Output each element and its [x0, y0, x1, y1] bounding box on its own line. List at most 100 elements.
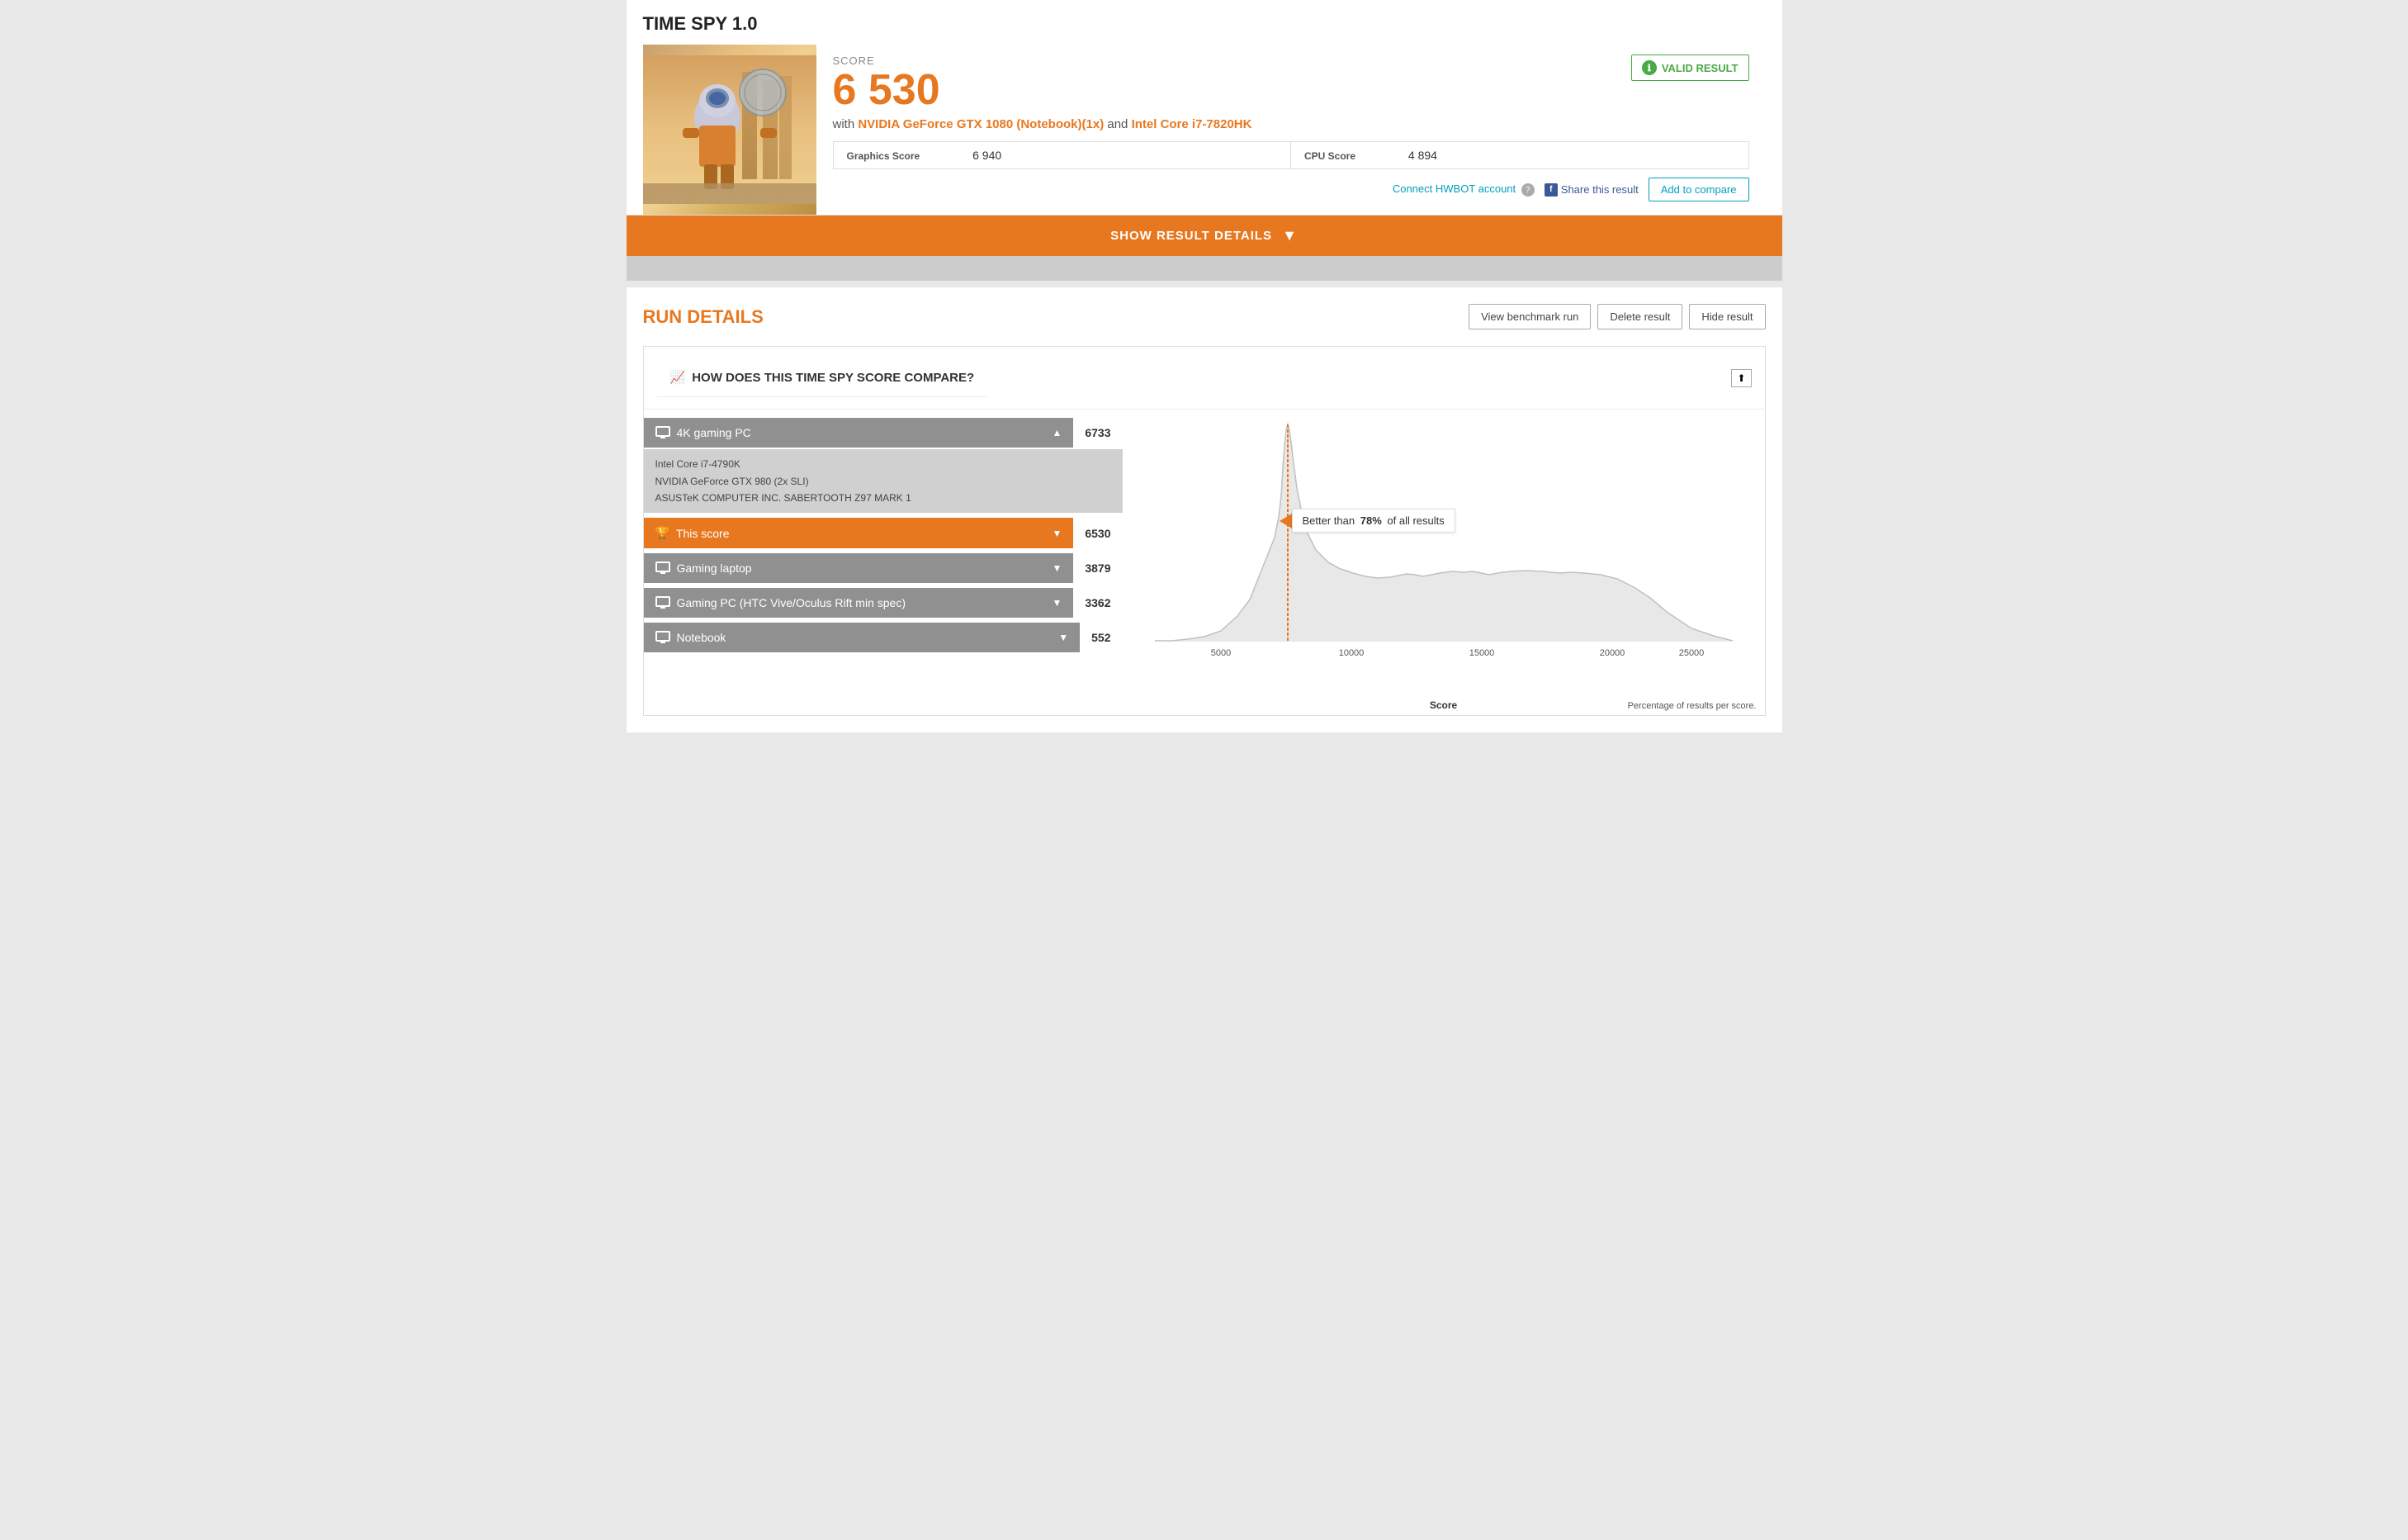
better-than-suffix: of all results — [1387, 514, 1444, 527]
share-result-button[interactable]: f Share this result — [1545, 183, 1639, 197]
delete-result-button[interactable]: Delete result — [1597, 304, 1682, 329]
score-label: SCORE — [833, 54, 1252, 67]
cpu-metric: CPU Score 4 894 — [1291, 142, 1748, 168]
score-card: SCORE 6 530 with NVIDIA GeForce GTX 1080… — [643, 45, 1766, 215]
bar-label-laptop: Gaming laptop ▼ — [644, 553, 1074, 583]
header-section: TIME SPY 1.0 — [627, 0, 1782, 216]
bar-htcvive-label-content: Gaming PC (HTC Vive/Oculus Rift min spec… — [655, 596, 906, 609]
run-details-actions: View benchmark run Delete result Hide re… — [1469, 304, 1765, 329]
bar-this-text: This score — [676, 527, 730, 540]
bar-row-this-score: 🏆 This score ▼ 6530 — [644, 518, 1123, 548]
bar-notebook-score: 552 — [1080, 623, 1122, 652]
show-details-bar[interactable]: SHOW RESULT DETAILS ▼ — [627, 216, 1782, 256]
chevron-laptop-icon: ▼ — [1052, 562, 1062, 574]
question-mark-icon[interactable]: ? — [1521, 183, 1535, 197]
bar-4k-label-bg: 4K gaming PC ▲ — [644, 418, 1074, 448]
better-than-prefix: Better than — [1303, 514, 1355, 527]
bar-htcvive-label-bg: Gaming PC (HTC Vive/Oculus Rift min spec… — [644, 588, 1074, 618]
connect-hwbot-text: Connect HWBOT account — [1393, 182, 1516, 195]
chevron-down-icon: ▼ — [1282, 227, 1298, 244]
bar-4k-label-content: 4K gaming PC — [655, 426, 751, 439]
sub-info-4k-line2: NVIDIA GeForce GTX 980 (2x SLI) — [655, 473, 1111, 490]
compare-title: 📈 HOW DOES THIS TIME SPY SCORE COMPARE? — [657, 358, 988, 397]
chart-icon: 📈 — [670, 370, 686, 385]
score-metrics: Graphics Score 6 940 CPU Score 4 894 — [833, 141, 1749, 169]
svg-text:25000: 25000 — [1678, 648, 1704, 658]
score-actions: Connect HWBOT account ? f Share this res… — [833, 169, 1749, 205]
arrow-left-icon — [1280, 514, 1292, 528]
trophy-icon: 🏆 — [655, 526, 669, 540]
graphics-metric: Graphics Score 6 940 — [834, 142, 1292, 168]
monitor-icon-4k — [655, 426, 670, 439]
page-title: TIME SPY 1.0 — [643, 13, 1766, 45]
chevron-notebook-icon: ▼ — [1058, 632, 1068, 643]
svg-text:20000: 20000 — [1599, 648, 1625, 658]
compare-row-4k: 4K gaming PC ▲ 6733 Intel Core i7-4790K … — [644, 418, 1123, 513]
game-image — [643, 45, 816, 215]
game-artwork — [643, 55, 816, 204]
graphics-val: 6 940 — [972, 149, 1001, 162]
bar-label-notebook: Notebook ▼ — [644, 623, 1081, 652]
bar-notebook-label-content: Notebook — [655, 631, 726, 644]
bar-laptop-label-content: Gaming laptop — [655, 562, 752, 575]
bar-row-notebook: Notebook ▼ 552 — [644, 623, 1123, 652]
gpu-name: NVIDIA GeForce GTX 1080 (Notebook)(1x) — [858, 117, 1104, 131]
score-top-row: SCORE 6 530 with NVIDIA GeForce GTX 1080… — [833, 54, 1749, 131]
bar-label-4k: 4K gaming PC ▲ — [644, 418, 1074, 448]
expand-button[interactable]: ⬆ — [1731, 369, 1751, 387]
dist-chart-svg: 5000 10000 15000 20000 25000 — [1131, 418, 1757, 666]
bar-rows: 4K gaming PC ▲ 6733 Intel Core i7-4790K … — [644, 418, 1123, 715]
bar-row-4k: 4K gaming PC ▲ 6733 — [644, 418, 1123, 448]
sub-info-4k-line3: ASUSTeK COMPUTER INC. SABERTOOTH Z97 MAR… — [655, 490, 1111, 506]
chart-area: 4K gaming PC ▲ 6733 Intel Core i7-4790K … — [644, 410, 1765, 715]
better-than-text: Better than 78% of all results — [1292, 509, 1455, 533]
cpu-label: CPU Score — [1304, 150, 1355, 162]
chevron-this-icon: ▼ — [1052, 528, 1062, 539]
bar-label-htcvive: Gaming PC (HTC Vive/Oculus Rift min spec… — [644, 588, 1074, 618]
bar-label-this: 🏆 This score ▼ — [644, 518, 1074, 548]
bar-htcvive-score: 3362 — [1073, 588, 1122, 618]
chart-pct-label: Percentage of results per score. — [1628, 701, 1757, 711]
monitor-icon-laptop — [655, 562, 670, 575]
bar-laptop-text: Gaming laptop — [677, 562, 752, 575]
bar-notebook-label-bg: Notebook ▼ — [644, 623, 1081, 652]
better-than-pct: 78% — [1360, 514, 1382, 527]
cpu-val: 4 894 — [1408, 149, 1437, 162]
sub-info-4k-line1: Intel Core i7-4790K — [655, 456, 1111, 472]
svg-text:15000: 15000 — [1469, 648, 1494, 658]
valid-result-badge: ℹ VALID RESULT — [1631, 54, 1749, 81]
score-main-content: SCORE 6 530 with NVIDIA GeForce GTX 1080… — [816, 45, 1766, 215]
svg-text:10000: 10000 — [1338, 648, 1364, 658]
cpu-name: Intel Core i7-7820HK — [1132, 117, 1252, 131]
bar-row-htcvive: Gaming PC (HTC Vive/Oculus Rift min spec… — [644, 588, 1123, 618]
score-with: with NVIDIA GeForce GTX 1080 (Notebook)(… — [833, 117, 1252, 131]
graphics-label: Graphics Score — [847, 150, 920, 162]
valid-result-text: VALID RESULT — [1662, 62, 1739, 74]
bar-htcvive-text: Gaming PC (HTC Vive/Oculus Rift min spec… — [677, 596, 906, 609]
bar-4k-score: 6733 — [1073, 418, 1122, 448]
page-wrapper: TIME SPY 1.0 — [627, 0, 1782, 732]
compare-title-text: HOW DOES THIS TIME SPY SCORE COMPARE? — [692, 371, 974, 385]
better-than-label: Better than 78% of all results — [1280, 509, 1455, 533]
run-details-header: RUN DETAILS View benchmark run Delete re… — [643, 304, 1766, 329]
run-details-title: RUN DETAILS — [643, 306, 764, 328]
bar-this-score: 6530 — [1073, 518, 1122, 548]
compare-section: 📈 HOW DOES THIS TIME SPY SCORE COMPARE? … — [643, 346, 1766, 716]
bar-notebook-text: Notebook — [677, 631, 726, 644]
monitor-icon-htcvive — [655, 596, 670, 609]
hide-result-button[interactable]: Hide result — [1689, 304, 1765, 329]
bg-strip — [627, 256, 1782, 281]
show-details-text: SHOW RESULT DETAILS — [1110, 229, 1272, 243]
score-number: 6 530 — [833, 67, 1252, 114]
connect-hwbot-link[interactable]: Connect HWBOT account ? — [1393, 182, 1535, 197]
sub-info-4k: Intel Core i7-4790K NVIDIA GeForce GTX 9… — [644, 449, 1123, 513]
bar-row-laptop: Gaming laptop ▼ 3879 — [644, 553, 1123, 583]
add-compare-button[interactable]: Add to compare — [1649, 178, 1749, 201]
svg-text:5000: 5000 — [1210, 648, 1230, 658]
bar-this-label-bg: 🏆 This score ▼ — [644, 518, 1074, 548]
with-prefix: with — [833, 117, 859, 131]
bar-laptop-label-bg: Gaming laptop ▼ — [644, 553, 1074, 583]
chevron-htcvive-icon: ▼ — [1052, 597, 1062, 609]
view-benchmark-run-button[interactable]: View benchmark run — [1469, 304, 1591, 329]
chart-score-label: Score — [1430, 699, 1457, 711]
